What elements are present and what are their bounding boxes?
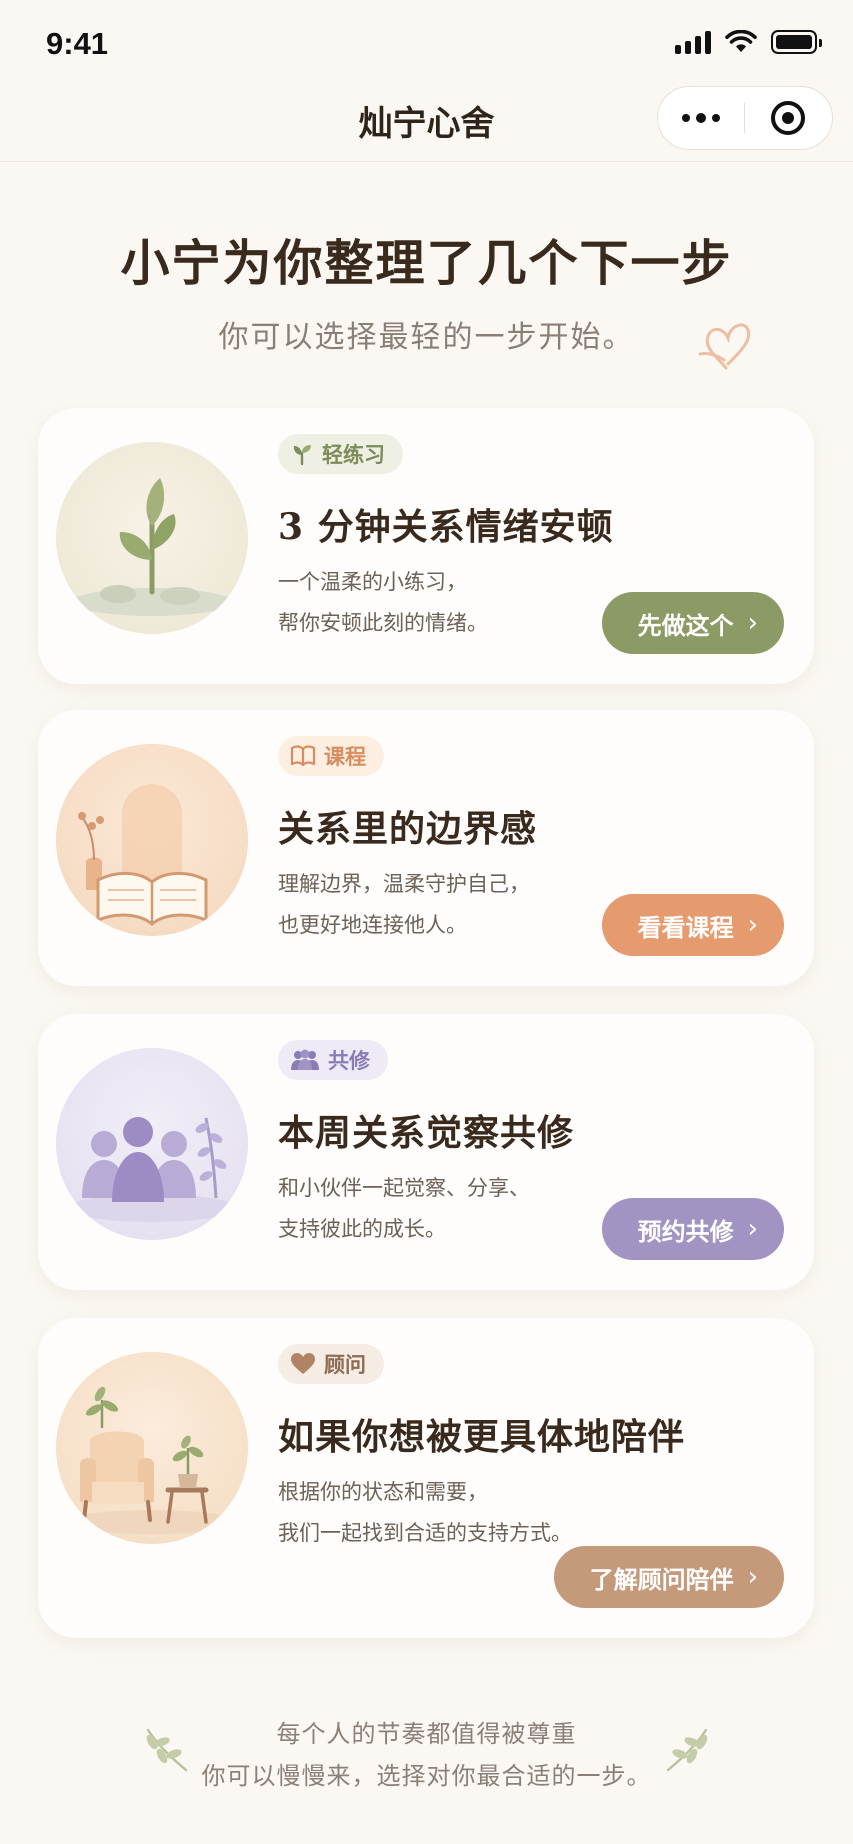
chevron-right-icon: › — [747, 608, 758, 638]
people-scene-icon — [68, 1117, 236, 1222]
armchair-illustration — [56, 1352, 248, 1544]
button-label: 了解顾问陪伴 — [589, 1565, 734, 1594]
footer-line: 每个人的节奏都值得被尊重 — [276, 1720, 577, 1748]
chevron-right-icon: › — [747, 1214, 758, 1244]
heart-doodle-icon — [698, 323, 751, 370]
footer-line: 你可以慢慢来，选择对你最合适的一步。 — [201, 1762, 652, 1790]
card-desc-line: 帮你安顿此刻的情绪。 — [278, 611, 488, 635]
card-desc-line: 也更好地连接他人。 — [278, 913, 467, 937]
card-desc-line: 我们一起找到合适的支持方式。 — [278, 1521, 572, 1545]
button-label: 看看课程 — [637, 913, 734, 942]
chevron-right-icon: › — [747, 910, 758, 940]
wifi-icon — [725, 30, 757, 52]
battery-icon — [771, 30, 822, 54]
badge-practice: 轻练习 — [278, 434, 403, 474]
leaf-icon — [666, 1728, 708, 1772]
card-title: 3 分钟关系情绪安顿 — [278, 506, 614, 548]
close-target-icon[interactable] — [745, 86, 833, 150]
badge-label: 轻练习 — [322, 443, 385, 467]
badge-label: 课程 — [324, 745, 366, 769]
heart-icon — [291, 1353, 315, 1374]
card-title: 关系里的边界感 — [278, 808, 538, 850]
card-desc-line: 支持彼此的成长。 — [278, 1217, 446, 1241]
card-desc-line: 根据你的状态和需要， — [278, 1480, 488, 1504]
card-description: 理解边界，温柔守护自己， 也更好地连接他人。 — [278, 864, 530, 946]
people-illustration — [56, 1048, 248, 1240]
start-practice-button[interactable]: 先做这个 › — [601, 592, 784, 654]
footer-note: 每个人的节奏都值得被尊重 你可以慢慢来，选择对你最合适的一步。 — [0, 1713, 853, 1797]
card-description: 和小伙伴一起觉察、分享、 支持彼此的成长。 — [278, 1168, 530, 1250]
badge-label: 顾问 — [324, 1353, 366, 1377]
book-scene-icon — [78, 784, 208, 926]
card-desc-line: 一个温柔的小练习， — [278, 570, 467, 594]
card-title: 本周关系觉察共修 — [278, 1112, 575, 1154]
badge-label: 共修 — [328, 1049, 370, 1073]
group-card[interactable]: 共修 本周关系觉察共修 和小伙伴一起觉察、分享、 支持彼此的成长。 预约共修 › — [38, 1014, 814, 1290]
people-icon — [291, 1049, 319, 1070]
card-title: 如果你想被更具体地陪伴 — [278, 1416, 686, 1458]
sprout-illustration — [56, 442, 248, 634]
armchair-scene-icon — [66, 1386, 238, 1534]
status-time: 9:41 — [46, 26, 109, 61]
book-icon — [290, 745, 316, 767]
advisor-card[interactable]: 顾问 如果你想被更具体地陪伴 根据你的状态和需要， 我们一起找到合适的支持方式。… — [38, 1318, 814, 1638]
card-description: 根据你的状态和需要， 我们一起找到合适的支持方式。 — [278, 1472, 572, 1554]
status-icons — [675, 30, 822, 54]
course-card[interactable]: 课程 关系里的边界感 理解边界，温柔守护自己， 也更好地连接他人。 看看课程 › — [38, 710, 814, 986]
badge-advisor: 顾问 — [278, 1344, 384, 1384]
card-desc-line: 和小伙伴一起觉察、分享、 — [278, 1176, 530, 1200]
card-desc-line: 理解边界，温柔守护自己， — [278, 872, 530, 896]
badge-course: 课程 — [278, 736, 384, 776]
miniprogram-capsule — [657, 86, 833, 150]
more-icon[interactable] — [658, 86, 744, 150]
advisor-button[interactable]: 了解顾问陪伴 › — [553, 1546, 784, 1608]
status-bar: 9:41 — [0, 0, 853, 90]
button-label: 先做这个 — [637, 611, 734, 640]
signal-icon — [675, 30, 711, 54]
sprout-small-icon — [293, 445, 311, 466]
practice-card[interactable]: 轻练习 3 分钟关系情绪安顿 一个温柔的小练习， 帮你安顿此刻的情绪。 先做这个… — [38, 408, 814, 684]
view-course-button[interactable]: 看看课程 › — [601, 894, 784, 956]
book-illustration — [56, 744, 248, 936]
button-label: 预约共修 — [637, 1217, 734, 1246]
nav-bar: 灿宁心舍 — [0, 86, 853, 162]
card-description: 一个温柔的小练习， 帮你安顿此刻的情绪。 — [278, 562, 488, 644]
chevron-right-icon: › — [747, 1562, 758, 1592]
book-group-button[interactable]: 预约共修 › — [601, 1198, 784, 1260]
badge-group: 共修 — [278, 1040, 388, 1080]
sprout-icon — [72, 478, 232, 616]
headline: 小宁为你整理了几个下一步 — [120, 234, 733, 292]
